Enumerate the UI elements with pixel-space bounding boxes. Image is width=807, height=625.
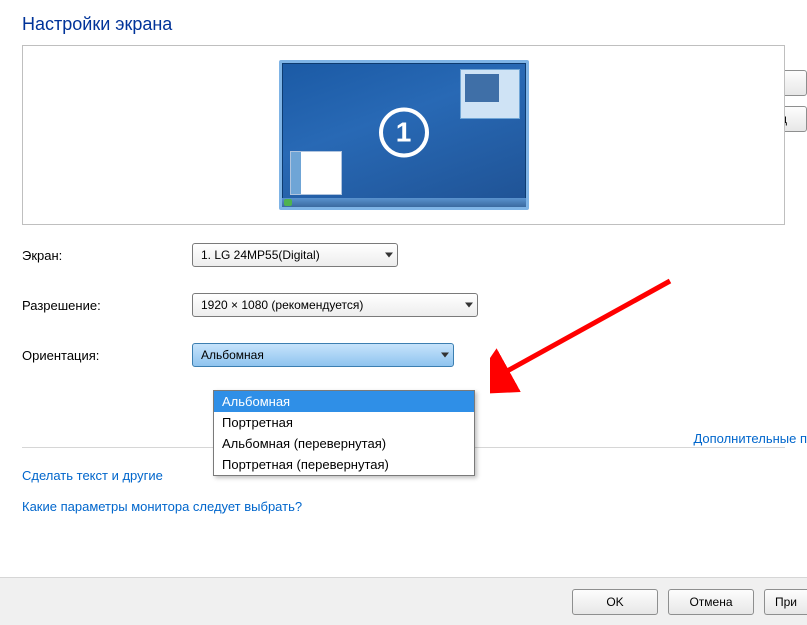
apply-button[interactable]: При [764,589,807,615]
mini-taskbar-icon [282,198,526,207]
dialog-button-bar: OK Отмена При [0,577,807,625]
advanced-settings-link[interactable]: Дополнительные п [681,431,807,446]
resolution-label: Разрешение: [22,298,192,313]
chevron-down-icon [385,253,393,258]
orientation-option[interactable]: Альбомная [214,391,474,412]
monitor-preview-area: 1 [22,45,785,225]
orientation-option[interactable]: Портретная [214,412,474,433]
mini-window-icon [460,69,520,119]
resolution-dropdown[interactable]: 1920 × 1080 (рекомендуется) [192,293,478,317]
mini-document-icon [290,151,342,195]
monitor-preview[interactable]: 1 [279,60,529,210]
orientation-dropdown[interactable]: Альбомная [192,343,454,367]
orientation-dropdown-value: Альбомная [201,348,264,362]
screen-label: Экран: [22,248,192,263]
chevron-down-icon [441,353,449,358]
screen-dropdown-value: 1. LG 24MP55(Digital) [201,248,320,262]
orientation-label: Ориентация: [22,348,192,363]
which-params-link[interactable]: Какие параметры монитора следует выбрать… [22,499,785,514]
ok-button[interactable]: OK [572,589,658,615]
monitor-number-badge: 1 [379,108,429,158]
screen-dropdown[interactable]: 1. LG 24MP55(Digital) [192,243,398,267]
orientation-option[interactable]: Альбомная (перевернутая) [214,433,474,454]
cancel-button[interactable]: Отмена [668,589,754,615]
page-title: Настройки экрана [0,0,807,45]
chevron-down-icon [465,303,473,308]
resolution-dropdown-value: 1920 × 1080 (рекомендуется) [201,298,363,312]
orientation-option[interactable]: Портретная (перевернутая) [214,454,474,475]
orientation-dropdown-list[interactable]: Альбомная Портретная Альбомная (переверн… [213,390,475,476]
